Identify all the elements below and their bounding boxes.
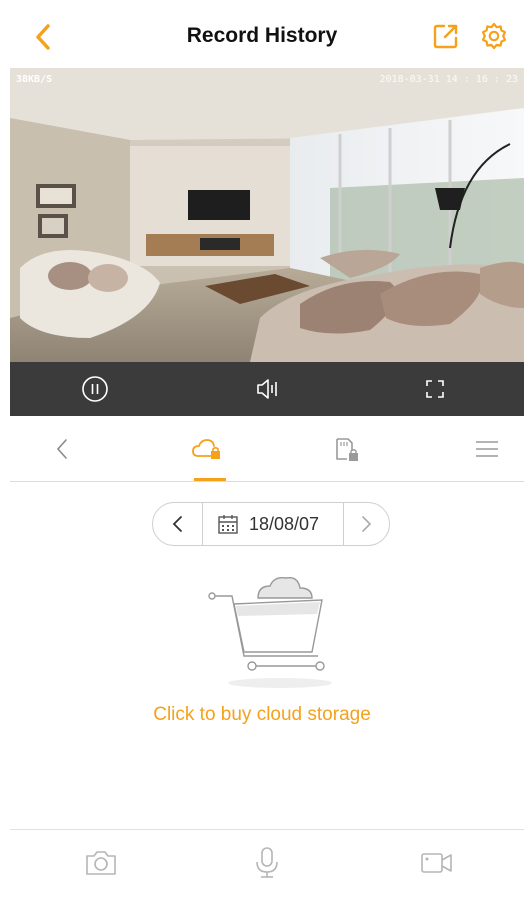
camera-icon[interactable]: [82, 844, 120, 882]
tab-back[interactable]: [46, 432, 80, 466]
video-control-bar: [10, 362, 524, 416]
bottom-toolbar: [10, 829, 524, 904]
active-tab-indicator: [194, 478, 226, 481]
pause-icon[interactable]: [80, 374, 110, 404]
header: Record History: [0, 0, 524, 68]
cloud-lock-icon: [192, 439, 220, 459]
tab-cloud-storage[interactable]: [190, 432, 224, 466]
microphone-icon[interactable]: [248, 844, 286, 882]
camera-video-preview[interactable]: 38KB/S 2018-03-31 14 : 16 : 23: [10, 68, 524, 362]
record-tabs: [10, 416, 524, 482]
chevron-left-icon: [172, 516, 182, 532]
cloud-cart-icon[interactable]: [200, 568, 340, 698]
tab-menu[interactable]: [470, 432, 504, 466]
buy-cloud-storage-link[interactable]: Click to buy cloud storage: [0, 704, 524, 726]
video-record-icon[interactable]: [418, 844, 456, 882]
selected-date[interactable]: 18/08/07: [249, 514, 319, 535]
fullscreen-icon[interactable]: [420, 374, 450, 404]
hamburger-menu-icon: [476, 441, 498, 457]
date-selector: 18/08/07: [152, 502, 390, 546]
chevron-left-icon: [56, 439, 67, 459]
calendar-icon[interactable]: [217, 513, 239, 535]
chevron-right-icon: [362, 516, 372, 532]
tab-sd-card[interactable]: [328, 432, 362, 466]
living-room-image: [10, 68, 524, 362]
speaker-icon[interactable]: [252, 374, 282, 404]
video-timestamp: 2018-03-31 14 : 16 : 23: [379, 74, 518, 85]
next-date-button[interactable]: [343, 503, 389, 545]
gear-icon[interactable]: [480, 22, 508, 50]
previous-date-button[interactable]: [153, 503, 203, 545]
sd-card-lock-icon: [336, 438, 358, 461]
bitrate-label: 38KB/S: [16, 74, 53, 85]
share-icon[interactable]: [432, 22, 460, 50]
